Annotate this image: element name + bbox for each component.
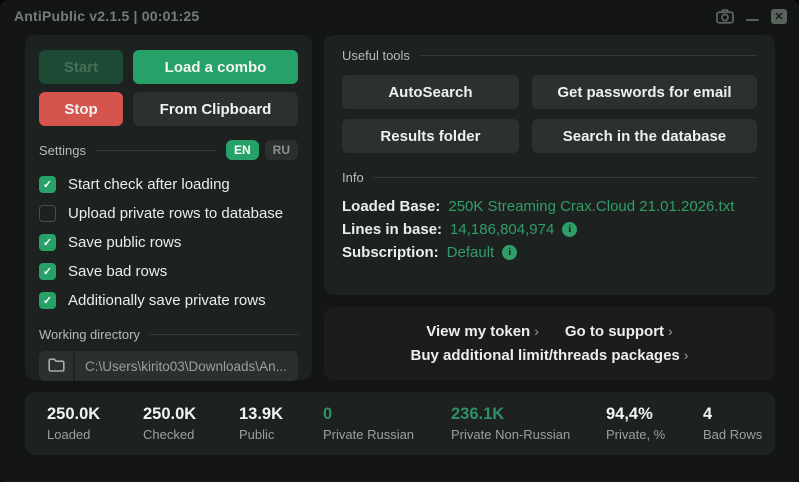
language-en-toggle[interactable]: EN — [226, 140, 259, 160]
checkbox-icon: ✓ — [39, 176, 56, 193]
loaded-base-row: Loaded Base: 250K Streaming Crax.Cloud 2… — [342, 195, 757, 218]
stat-label: Private Non-Russian — [451, 427, 606, 442]
stat-value: 250.0K — [143, 405, 239, 424]
stat-bad-rows: 4 Bad Rows — [703, 405, 762, 442]
lines-in-base-value: 14,186,804,974 — [450, 221, 554, 238]
settings-checkbox-list: ✓ Start check after loading ✓ Upload pri… — [39, 170, 298, 315]
info-circle-icon[interactable]: i — [502, 245, 517, 260]
divider — [150, 334, 298, 335]
folder-icon — [48, 358, 65, 375]
working-directory-field: C:\Users\kirito03\Downloads\An... — [39, 351, 298, 381]
loaded-base-value: 250K Streaming Crax.Cloud 21.01.2026.txt — [448, 198, 734, 215]
stat-value: 236.1K — [451, 405, 606, 424]
working-directory-label: Working directory — [39, 327, 140, 342]
useful-tools-label: Useful tools — [342, 48, 410, 63]
checkbox-icon: ✓ — [39, 234, 56, 251]
checkbox-additionally-save-private-rows[interactable]: ✓ Additionally save private rows — [39, 286, 298, 315]
info-label: Info — [342, 170, 364, 185]
checkbox-save-bad-rows[interactable]: ✓ Save bad rows — [39, 257, 298, 286]
stat-label: Bad Rows — [703, 427, 762, 442]
title-bar: AntiPublic v2.1.5 | 00:01:25 ✕ — [0, 0, 799, 28]
stat-label: Private Russian — [323, 427, 451, 442]
divider — [420, 55, 757, 56]
close-icon[interactable]: ✕ — [771, 9, 787, 24]
working-directory-header: Working directory — [39, 327, 298, 342]
checkbox-label: Save public rows — [68, 234, 181, 251]
get-passwords-for-email-button[interactable]: Get passwords for email — [532, 75, 757, 109]
buy-packages-link[interactable]: Buy additional limit/threads packages› — [411, 347, 689, 364]
stat-value: 250.0K — [47, 405, 143, 424]
checkbox-save-public-rows[interactable]: ✓ Save public rows — [39, 228, 298, 257]
minimize-icon[interactable] — [746, 19, 759, 21]
stat-value: 13.9K — [239, 405, 323, 424]
settings-header: Settings EN RU — [39, 140, 298, 160]
checkbox-label: Upload private rows to database — [68, 205, 283, 222]
stat-public: 13.9K Public — [239, 405, 323, 442]
checkbox-icon: ✓ — [39, 292, 56, 309]
checkbox-upload-private-rows[interactable]: ✓ Upload private rows to database — [39, 199, 298, 228]
working-directory-path[interactable]: C:\Users\kirito03\Downloads\An... — [75, 351, 298, 381]
autosearch-button[interactable]: AutoSearch — [342, 75, 519, 109]
divider — [374, 177, 757, 178]
checkbox-icon: ✓ — [39, 205, 56, 222]
lines-in-base-label: Lines in base: — [342, 221, 442, 238]
stat-label: Public — [239, 427, 323, 442]
checkbox-start-check-after-loading[interactable]: ✓ Start check after loading — [39, 170, 298, 199]
divider — [96, 150, 216, 151]
links-panel: View my token› Go to support› Buy additi… — [324, 307, 775, 380]
stat-private-russian: 0 Private Russian — [323, 405, 451, 442]
app-window: AntiPublic v2.1.5 | 00:01:25 ✕ Start Loa… — [0, 0, 799, 482]
useful-tools-header: Useful tools — [342, 48, 757, 63]
stop-button[interactable]: Stop — [39, 92, 123, 126]
load-combo-button[interactable]: Load a combo — [133, 50, 298, 84]
stat-loaded: 250.0K Loaded — [47, 405, 143, 442]
results-folder-button[interactable]: Results folder — [342, 119, 519, 153]
stat-private-non-russian: 236.1K Private Non-Russian — [451, 405, 606, 442]
stat-label: Private, % — [606, 427, 703, 442]
stat-value: 0 — [323, 405, 451, 424]
subscription-value: Default — [447, 244, 495, 261]
checkbox-label: Additionally save private rows — [68, 292, 266, 309]
settings-label: Settings — [39, 143, 86, 158]
tools-info-panel: Useful tools AutoSearch Get passwords fo… — [324, 35, 775, 295]
language-ru-toggle[interactable]: RU — [265, 140, 298, 160]
chevron-right-icon: › — [664, 323, 673, 339]
subscription-label: Subscription: — [342, 244, 439, 261]
view-my-token-link[interactable]: View my token› — [426, 323, 539, 340]
screenshot-camera-icon[interactable] — [716, 9, 734, 24]
stat-checked: 250.0K Checked — [143, 405, 239, 442]
stat-label: Loaded — [47, 427, 143, 442]
chevron-right-icon: › — [680, 347, 689, 363]
go-to-support-link[interactable]: Go to support› — [565, 323, 673, 340]
from-clipboard-button[interactable]: From Clipboard — [133, 92, 298, 126]
stat-value: 4 — [703, 405, 762, 424]
browse-folder-button[interactable] — [39, 351, 75, 381]
stat-value: 94,4% — [606, 405, 703, 424]
lines-in-base-row: Lines in base: 14,186,804,974 i — [342, 218, 757, 241]
start-button[interactable]: Start — [39, 50, 123, 84]
chevron-right-icon: › — [530, 323, 539, 339]
control-panel: Start Load a combo Stop From Clipboard S… — [25, 35, 312, 380]
stat-private-percent: 94,4% Private, % — [606, 405, 703, 442]
stats-bar: 250.0K Loaded 250.0K Checked 13.9K Publi… — [25, 392, 775, 455]
info-header: Info — [342, 170, 757, 185]
window-title: AntiPublic v2.1.5 | 00:01:25 — [14, 4, 716, 24]
info-circle-icon[interactable]: i — [562, 222, 577, 237]
search-in-database-button[interactable]: Search in the database — [532, 119, 757, 153]
loaded-base-label: Loaded Base: — [342, 198, 440, 215]
stat-label: Checked — [143, 427, 239, 442]
checkbox-label: Save bad rows — [68, 263, 167, 280]
checkbox-label: Start check after loading — [68, 176, 230, 193]
subscription-row: Subscription: Default i — [342, 241, 757, 264]
checkbox-icon: ✓ — [39, 263, 56, 280]
